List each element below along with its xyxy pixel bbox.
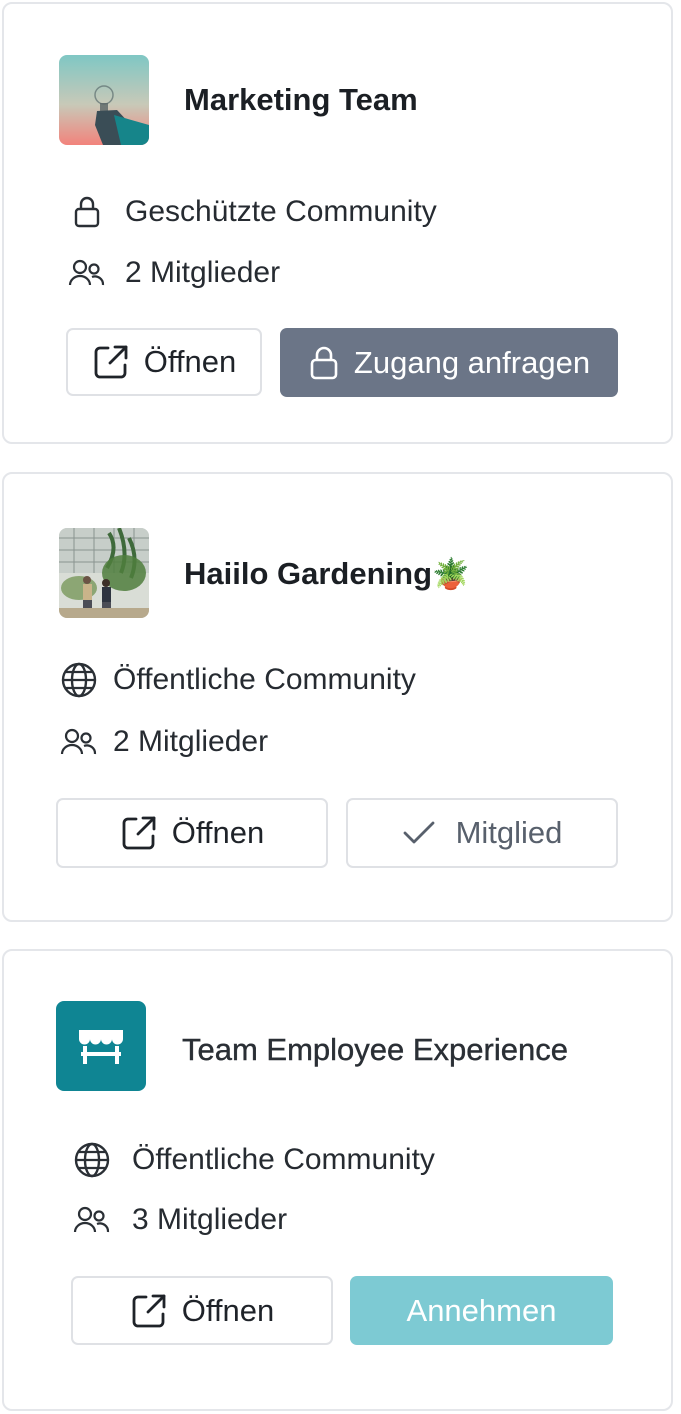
accept-button-label: Annehmen — [406, 1292, 557, 1328]
people-in-greenhouse-photo — [59, 528, 149, 618]
community-name[interactable]: Team Employee Experience — [182, 1032, 568, 1068]
external-link-icon — [130, 1292, 168, 1330]
community-card: Team Employee Experience Öffentliche Com… — [2, 949, 673, 1411]
globe-icon — [72, 1140, 112, 1180]
accept-button[interactable]: Annehmen — [350, 1276, 613, 1345]
community-avatar[interactable] — [59, 55, 149, 145]
visibility-label: Geschützte Community — [125, 195, 437, 228]
request-access-label: Zugang anfragen — [353, 344, 591, 380]
community-avatar[interactable] — [56, 1001, 146, 1091]
lock-icon — [308, 345, 340, 381]
open-button[interactable]: Öffnen — [66, 328, 262, 396]
people-icon — [72, 1200, 112, 1240]
open-button[interactable]: Öffnen — [56, 798, 328, 868]
members-count: 2 Mitglieder — [125, 256, 281, 289]
visibility-row: Öffentliche Community — [72, 1140, 435, 1180]
community-card: Haiilo Gardening🪴 Öffentliche Community … — [2, 472, 673, 922]
members-row: 3 Mitglieder — [72, 1200, 287, 1240]
members-row: 2 Mitglieder — [67, 253, 280, 293]
check-icon — [402, 819, 436, 847]
open-button-label: Öffnen — [143, 344, 237, 379]
community-name-text: Haiilo Gardening — [184, 556, 433, 591]
external-link-icon — [92, 343, 130, 381]
lightbulb-photo — [59, 55, 149, 145]
visibility-label: Öffentliche Community — [132, 1143, 435, 1176]
request-access-button[interactable]: Zugang anfragen — [280, 328, 618, 397]
open-button[interactable]: Öffnen — [71, 1276, 333, 1345]
member-button[interactable]: Mitglied — [346, 798, 618, 868]
visibility-row: Öffentliche Community — [59, 660, 416, 700]
open-button-label: Öffnen — [181, 1292, 275, 1328]
community-card: Marketing Team Geschützte Community 2 Mi… — [2, 2, 673, 444]
visibility-label: Öffentliche Community — [113, 663, 416, 696]
people-icon — [67, 253, 107, 293]
community-name[interactable]: Haiilo Gardening🪴 — [184, 556, 469, 592]
external-link-icon — [120, 814, 158, 852]
members-count: 2 Mitglieder — [113, 725, 269, 758]
community-avatar[interactable] — [59, 528, 149, 618]
community-name[interactable]: Marketing Team — [184, 82, 418, 118]
storefront-icon — [79, 1030, 123, 1064]
visibility-row: Geschützte Community — [67, 192, 437, 232]
people-icon — [59, 722, 99, 762]
potted-plant-emoji: 🪴 — [432, 558, 470, 591]
lock-icon — [67, 192, 107, 232]
members-count: 3 Mitglieder — [132, 1203, 288, 1236]
members-row: 2 Mitglieder — [59, 722, 268, 762]
member-button-label: Mitglied — [455, 815, 563, 850]
globe-icon — [59, 660, 99, 700]
open-button-label: Öffnen — [171, 815, 265, 850]
